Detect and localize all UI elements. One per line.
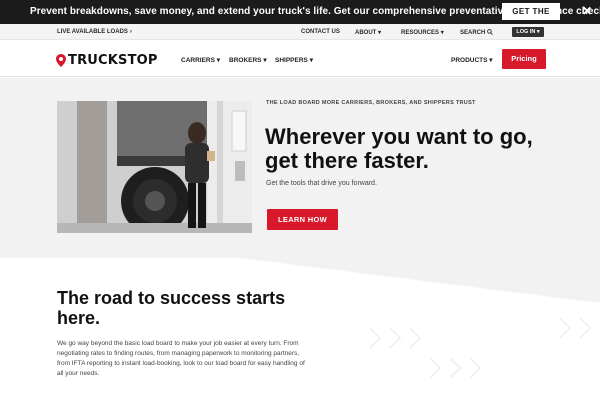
nav-brokers-label: BROKERS <box>229 57 262 64</box>
chevron-down-icon: ▾ <box>440 30 444 36</box>
get-the-list-button[interactable]: GET THE LIST <box>502 3 560 33</box>
chevron-down-icon: ▾ <box>216 57 221 64</box>
search-icon <box>487 29 493 35</box>
search-label: SEARCH <box>460 30 486 36</box>
chevron-down-icon: ▾ <box>536 29 540 35</box>
chevron-down-icon: ▾ <box>378 30 382 36</box>
nav-products-label: PRODUCTS <box>451 57 488 64</box>
hero-kicker: THE LOAD BOARD MORE CARRIERS, BROKERS, A… <box>266 100 476 106</box>
live-loads-link[interactable]: LIVE AVAILABLE LOADS › <box>57 29 132 35</box>
nav-products[interactable]: PRODUCTS ▾ <box>451 56 493 64</box>
logo-text: TRUCKSTOP <box>68 53 158 68</box>
pricing-button[interactable]: Pricing <box>502 49 546 69</box>
utility-bar: LIVE AVAILABLE LOADS › CONTACT US ABOUT … <box>0 24 600 40</box>
login-label: LOG IN <box>516 29 536 35</box>
resources-label: RESOURCES <box>401 30 440 36</box>
chevron-down-icon: ▾ <box>489 57 493 64</box>
search-link[interactable]: SEARCH <box>460 29 493 36</box>
nav-carriers-label: CARRIERS <box>181 57 215 64</box>
road-section: The road to success starts here. We go w… <box>0 258 600 403</box>
chevron-down-icon: ▾ <box>263 57 267 64</box>
live-loads-label: LIVE AVAILABLE LOADS <box>57 29 128 35</box>
about-menu[interactable]: ABOUT ▾ <box>355 29 381 36</box>
hero-subtitle: Get the tools that drive you forward. <box>266 180 377 187</box>
about-label: ABOUT <box>355 30 377 36</box>
nav-shippers-label: SHIPPERS <box>275 57 308 64</box>
hero-title: Wherever you want to go, get there faste… <box>265 124 533 173</box>
learn-how-button[interactable]: LEARN HOW <box>267 209 338 230</box>
nav-carriers[interactable]: CARRIERS ▾ <box>181 56 220 64</box>
nav-shippers[interactable]: SHIPPERS ▾ <box>275 56 313 64</box>
chevron-down-icon: ▾ <box>309 57 313 64</box>
contact-us-link[interactable]: CONTACT US <box>301 29 340 35</box>
nav-brokers[interactable]: BROKERS ▾ <box>229 56 267 64</box>
resources-menu[interactable]: RESOURCES ▾ <box>401 29 444 36</box>
promo-banner: Prevent breakdowns, save money, and exte… <box>0 0 600 33</box>
background-shape <box>240 258 600 379</box>
section-title: The road to success starts here. <box>57 288 286 328</box>
close-icon[interactable]: ✕ <box>580 4 594 18</box>
hero-section: THE LOAD BOARD MORE CARRIERS, BROKERS, A… <box>0 78 600 258</box>
location-pin-icon <box>56 54 66 67</box>
login-button[interactable]: LOG IN ▾ <box>512 27 544 37</box>
section-body: We go way beyond the basic load board to… <box>57 340 305 377</box>
arrow-right-icon: › <box>129 29 132 35</box>
main-nav: TRUCKSTOP CARRIERS ▾ BROKERS ▾ SHIPPERS … <box>0 41 600 77</box>
hero-photo <box>57 101 252 233</box>
truckstop-logo[interactable]: TRUCKSTOP <box>56 53 158 68</box>
